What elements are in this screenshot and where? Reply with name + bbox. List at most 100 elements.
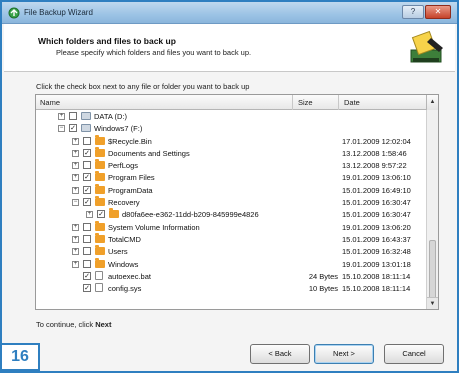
row-name: Program Files: [108, 173, 155, 183]
row-date: 15.01.2009 16:30:47: [342, 210, 411, 220]
tree-row[interactable]: + ✓ ProgramData 15.01.2009 16:49:10: [36, 183, 428, 196]
row-checkbox[interactable]: ✓: [83, 173, 91, 182]
folder-icon: [95, 257, 105, 268]
tree-row[interactable]: − ✓ Windows7 (F:): [36, 122, 428, 134]
row-checkbox[interactable]: ✓: [83, 284, 91, 293]
drive-icon: [81, 112, 91, 120]
tree-row[interactable]: + ✓ Program Files 19.01.2009 13:06:10: [36, 171, 428, 183]
expand-toggle-icon[interactable]: +: [72, 137, 79, 145]
row-checkbox[interactable]: [83, 222, 91, 231]
expand-toggle-icon[interactable]: +: [72, 248, 79, 256]
row-name: Users: [108, 247, 128, 257]
row-size: 24 Bytes: [308, 271, 338, 281]
expand-toggle-icon[interactable]: +: [72, 162, 79, 170]
row-checkbox[interactable]: ✓: [83, 198, 91, 207]
page-title: Which folders and files to back up: [38, 36, 176, 46]
tree-row[interactable]: + PerfLogs 13.12.2008 9:57:22: [36, 159, 428, 171]
expand-toggle-icon[interactable]: +: [72, 260, 79, 268]
expand-toggle-icon[interactable]: +: [72, 174, 79, 182]
window-controls: ? ✕: [401, 5, 451, 19]
backup-icon: [8, 7, 20, 19]
tree-row[interactable]: + $Recycle.Bin 17.01.2009 12:02:04: [36, 134, 428, 147]
row-date: 19.01.2009 13:06:10: [342, 173, 411, 183]
footer-emphasis: Next: [95, 320, 112, 329]
row-name: System Volume Information: [108, 222, 200, 232]
expand-toggle-icon[interactable]: +: [72, 186, 79, 194]
tree-row[interactable]: + Windows 19.01.2009 13:01:18: [36, 257, 428, 270]
file-icon: [95, 270, 103, 280]
footer-hint: To continue, click Next: [36, 320, 111, 329]
wizard-window: File Backup Wizard ? ✕ Which folders and…: [0, 0, 459, 373]
file-icon: [95, 283, 103, 293]
footer-prefix: To continue, click: [36, 320, 94, 329]
column-name[interactable]: Name: [40, 98, 60, 107]
column-size[interactable]: Size: [298, 98, 313, 107]
expand-toggle-icon[interactable]: +: [86, 211, 93, 219]
vertical-scrollbar[interactable]: ▼: [426, 110, 438, 309]
tree-row[interactable]: + Users 15.01.2009 16:32:48: [36, 245, 428, 257]
row-checkbox[interactable]: ✓: [83, 271, 91, 280]
tree-header: Name Size Date: [36, 95, 428, 110]
row-checkbox[interactable]: [83, 247, 91, 256]
column-date[interactable]: Date: [344, 98, 360, 107]
row-date: 19.01.2009 13:06:20: [342, 222, 411, 232]
backup-wizard-icon: [410, 30, 443, 63]
title-bar: File Backup Wizard ? ✕: [2, 2, 457, 24]
next-button[interactable]: Next >: [314, 344, 374, 364]
row-size: 10 Bytes: [308, 284, 338, 294]
row-checkbox[interactable]: [83, 234, 91, 243]
row-checkbox[interactable]: [83, 161, 91, 170]
cancel-button[interactable]: Cancel: [384, 344, 444, 364]
row-name: autoexec.bat: [108, 271, 151, 281]
row-name: PerfLogs: [108, 161, 139, 171]
row-name: TotalCMD: [108, 234, 141, 244]
row-date: 15.01.2009 16:43:37: [342, 234, 411, 244]
close-button[interactable]: ✕: [425, 5, 451, 19]
row-checkbox[interactable]: ✓: [97, 210, 105, 219]
tree-rows: + DATA (D:) − ✓ Windows7 (F:) + $Recycle.Bin 17…: [36, 110, 428, 294]
tree-row[interactable]: + System Volume Information 19.01.2009 13:…: [36, 220, 428, 233]
tree-row[interactable]: + TotalCMD 15.01.2009 16:43:37: [36, 232, 428, 245]
folder-icon: [95, 146, 105, 157]
help-button[interactable]: ?: [402, 5, 424, 19]
column-divider[interactable]: [338, 95, 339, 110]
expand-toggle-icon[interactable]: +: [72, 149, 79, 157]
row-name: Recovery: [108, 198, 140, 208]
row-date: 13.12.2008 9:57:22: [342, 161, 407, 171]
row-checkbox[interactable]: ✓: [69, 124, 77, 133]
tree-row[interactable]: + DATA (D:): [36, 110, 428, 122]
tree-row[interactable]: ✓ autoexec.bat 24 Bytes 15.10.2008 18:11:14: [36, 270, 428, 282]
expand-toggle-icon[interactable]: +: [72, 235, 79, 243]
row-checkbox[interactable]: [83, 136, 91, 145]
row-checkbox[interactable]: ✓: [83, 185, 91, 194]
row-date: 15.01.2009 16:49:10: [342, 185, 411, 195]
scrollbar-thumb[interactable]: [429, 240, 436, 300]
folder-icon: [95, 171, 105, 182]
row-checkbox[interactable]: [69, 112, 77, 120]
drive-icon: [81, 124, 91, 133]
expand-toggle-icon[interactable]: −: [72, 199, 79, 207]
row-date: 19.01.2009 13:01:18: [342, 259, 411, 269]
back-button[interactable]: < Back: [250, 344, 310, 364]
row-checkbox[interactable]: ✓: [83, 148, 91, 157]
tree-row[interactable]: ✓ config.sys 10 Bytes 15.10.2008 18:11:14: [36, 282, 428, 294]
row-name: ProgramData: [108, 185, 153, 195]
row-name: Documents and Settings: [108, 148, 190, 158]
tree-row[interactable]: − ✓ Recovery 15.01.2009 16:30:47: [36, 196, 428, 208]
folder-icon: [95, 134, 105, 145]
row-date: 15.10.2008 18:11:14: [342, 284, 411, 294]
row-name: $Recycle.Bin: [108, 136, 152, 146]
expand-toggle-icon[interactable]: +: [72, 223, 79, 231]
row-date: 15.01.2009 16:30:47: [342, 198, 411, 208]
folder-icon: [95, 196, 105, 207]
tree-row[interactable]: + ✓ Documents and Settings 13.12.2008 1:58:…: [36, 146, 428, 159]
expand-toggle-icon[interactable]: +: [58, 113, 65, 120]
column-divider[interactable]: [292, 95, 293, 110]
expand-toggle-icon[interactable]: −: [58, 125, 65, 133]
window-title: File Backup Wizard: [24, 8, 93, 17]
row-checkbox[interactable]: [83, 259, 91, 268]
file-tree[interactable]: Name Size Date ▲ + DATA (D:) − ✓ Windows7 (F…: [35, 94, 439, 310]
tree-row[interactable]: + ✓ d80fa6ee-e362-11dd-b209-845999e4826 15.…: [36, 208, 428, 220]
chevron-down-icon[interactable]: ▼: [427, 297, 438, 309]
chevron-up-icon[interactable]: ▲: [426, 95, 438, 110]
